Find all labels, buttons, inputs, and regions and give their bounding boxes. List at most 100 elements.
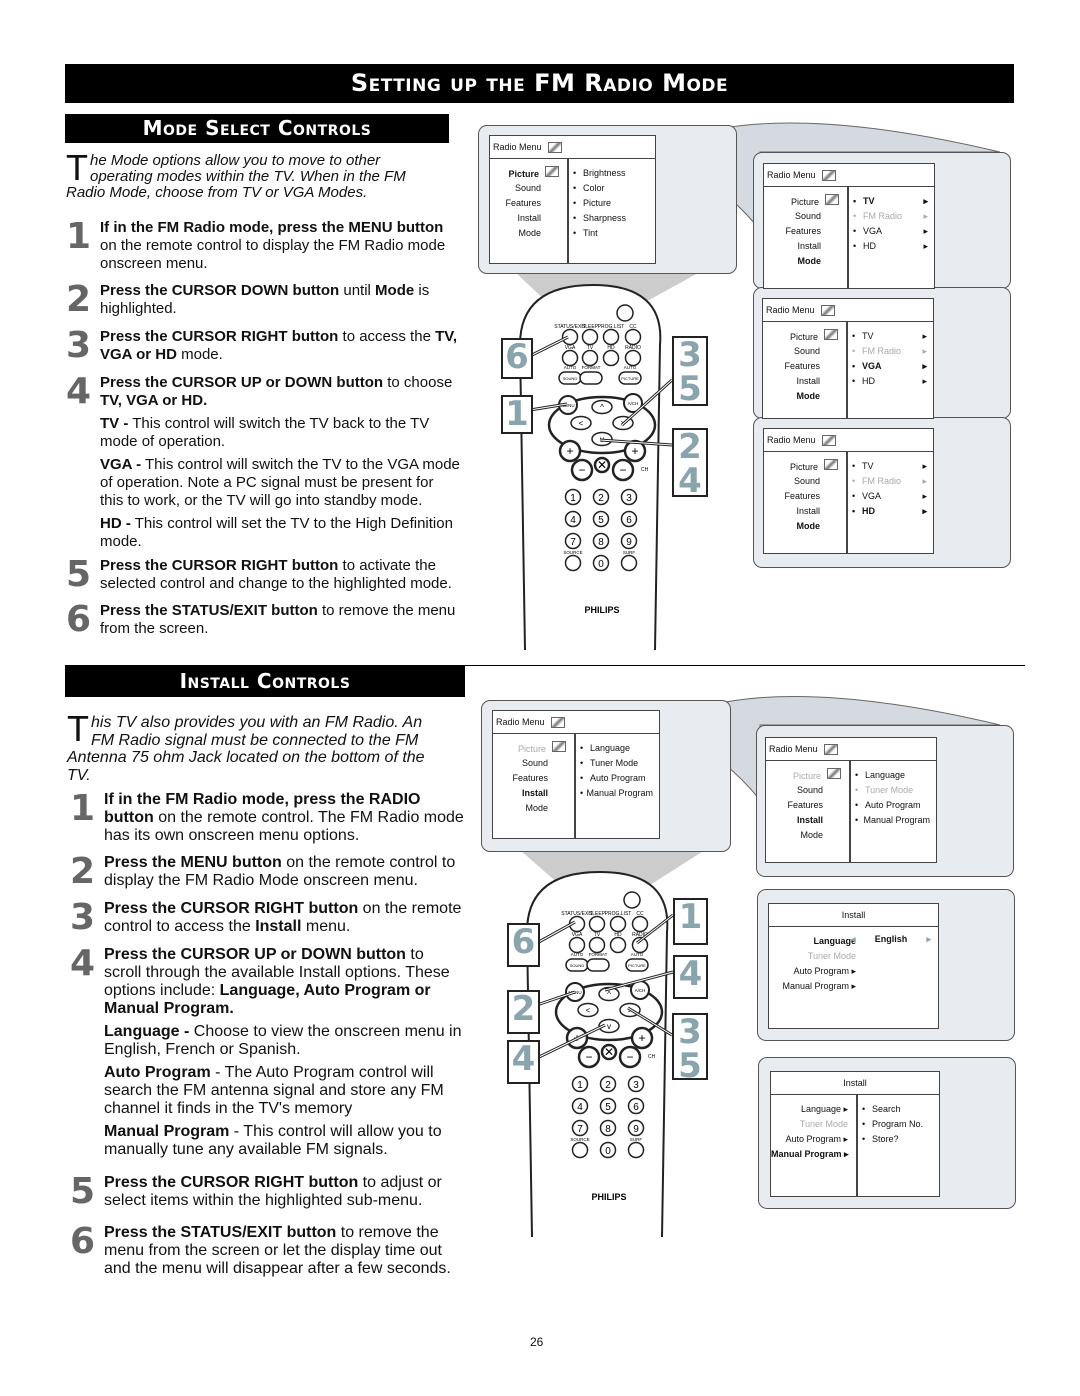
menu-item[interactable]: Sound: [490, 181, 563, 196]
menu-item[interactable]: Sound: [763, 344, 842, 359]
menu-item[interactable]: Sound: [764, 474, 842, 489]
menu-item[interactable]: Install: [764, 504, 842, 519]
step-text: Press the MENU button on the remote cont…: [104, 854, 464, 895]
menu-header: Radio Menu: [490, 136, 655, 159]
menu-item[interactable]: Tuner Mode: [771, 1117, 852, 1132]
menu-item[interactable]: Sound: [764, 209, 843, 224]
submenu-item[interactable]: • TV ▸: [852, 459, 927, 474]
source-button[interactable]: [571, 1141, 589, 1159]
menu-item[interactable]: Features: [493, 771, 570, 786]
menu-item[interactable]: Auto Program ▸: [769, 964, 860, 979]
menu-item[interactable]: Mode: [764, 254, 843, 269]
menu-item[interactable]: Manual Program ▸: [771, 1147, 852, 1162]
menu-item[interactable]: Picture: [493, 741, 570, 756]
submenu-item[interactable]: • FM Radio ▸: [853, 209, 928, 224]
menu-item[interactable]: Sound: [493, 756, 570, 771]
remote-button[interactable]: [588, 915, 606, 933]
remote-button[interactable]: [588, 936, 606, 954]
submenu-item[interactable]: • Store?: [862, 1132, 933, 1147]
submenu-item[interactable]: • Language: [580, 741, 653, 756]
menu-item[interactable]: Install: [766, 813, 845, 828]
submenu-item[interactable]: • Search: [862, 1102, 933, 1117]
arrow-right-icon[interactable]: ▸: [926, 934, 931, 945]
submenu-item[interactable]: • TV ▸: [853, 194, 928, 209]
submenu-item[interactable]: • Sharpness: [573, 211, 649, 226]
submenu-item[interactable]: • Tint: [573, 226, 649, 241]
remote-button[interactable]: [609, 915, 627, 933]
source-button[interactable]: [564, 554, 582, 572]
menu-item[interactable]: Picture: [766, 768, 845, 783]
remote-button[interactable]: [579, 371, 603, 385]
submenu-item[interactable]: • Language: [855, 768, 930, 783]
menu-item[interactable]: Mode: [766, 828, 845, 843]
submenu-item[interactable]: • HD ▸: [852, 504, 927, 519]
submenu-item[interactable]: • Auto Program: [855, 798, 930, 813]
submenu-item[interactable]: • TV ▸: [852, 329, 927, 344]
menu-item[interactable]: Picture: [764, 459, 842, 474]
menu-item[interactable]: Tuner Mode: [769, 949, 860, 964]
submenu-item[interactable]: • Manual Program: [580, 786, 653, 801]
remote-button[interactable]: [624, 328, 642, 346]
submenu-item[interactable]: • HD ▸: [852, 374, 927, 389]
menu-item[interactable]: Install: [764, 239, 843, 254]
remote-button[interactable]: [561, 349, 579, 367]
menu-item[interactable]: Mode: [763, 389, 842, 404]
svg-text:A/CH: A/CH: [635, 988, 646, 993]
manual-page: Setting up the FM Radio Mode Mode Select…: [0, 0, 1080, 1396]
menu-item[interactable]: Sound: [766, 783, 845, 798]
remote-button[interactable]: [624, 349, 642, 367]
submenu-item[interactable]: • Brightness: [573, 166, 649, 181]
svg-text:7: 7: [577, 1124, 583, 1135]
language-value[interactable]: ◂ English ▸: [851, 934, 931, 945]
submenu-item[interactable]: • Manual Program: [855, 813, 930, 828]
surf-button[interactable]: [620, 554, 638, 572]
submenu-item[interactable]: • VGA ▸: [852, 489, 927, 504]
menu-item[interactable]: Features: [490, 196, 563, 211]
submenu-item[interactable]: • Auto Program: [580, 771, 653, 786]
submenu-item[interactable]: • Tuner Mode: [580, 756, 653, 771]
surf-button[interactable]: [627, 1141, 645, 1159]
svg-text:AUTO: AUTO: [571, 952, 584, 957]
column-divider: [574, 734, 576, 838]
menu-item[interactable]: Picture: [490, 166, 563, 181]
submenu-item[interactable]: • FM Radio ▸: [852, 474, 927, 489]
power-button[interactable]: [623, 891, 641, 909]
remote-button[interactable]: [609, 936, 627, 954]
menu-item[interactable]: Install: [490, 211, 563, 226]
remote-button[interactable]: [581, 349, 599, 367]
menu-item[interactable]: Auto Program ▸: [771, 1132, 852, 1147]
menu-item[interactable]: Language ▸: [771, 1102, 852, 1117]
menu-item[interactable]: Features: [764, 224, 843, 239]
submenu-item[interactable]: • VGA ▸: [853, 224, 928, 239]
submenu-item[interactable]: • Program No.: [862, 1117, 933, 1132]
menu-item[interactable]: Picture: [763, 329, 842, 344]
submenu-item[interactable]: • Tuner Mode: [855, 783, 930, 798]
menu-item[interactable]: Features: [764, 489, 842, 504]
submenu-item[interactable]: • FM Radio ▸: [852, 344, 927, 359]
menu-item[interactable]: Manual Program ▸: [769, 979, 860, 994]
remote-button[interactable]: [568, 936, 586, 954]
remote-button[interactable]: [581, 328, 599, 346]
menu-item[interactable]: Install: [763, 374, 842, 389]
submenu-item[interactable]: • HD ▸: [853, 239, 928, 254]
menu-item[interactable]: Language: [769, 934, 860, 949]
menu-item[interactable]: Mode: [493, 801, 570, 816]
menu-item[interactable]: Features: [763, 359, 842, 374]
remote-button[interactable]: [586, 958, 610, 972]
remote-button[interactable]: [602, 349, 620, 367]
menu-item[interactable]: Install: [493, 786, 570, 801]
submenu-item[interactable]: • Color: [573, 181, 649, 196]
svg-text:5: 5: [598, 515, 604, 526]
remote-button[interactable]: [602, 328, 620, 346]
menu-item[interactable]: Mode: [490, 226, 563, 241]
submenu-item[interactable]: • Picture: [573, 196, 649, 211]
submenu-item[interactable]: • VGA ▸: [852, 359, 927, 374]
menu-item[interactable]: Picture: [764, 194, 843, 209]
power-button[interactable]: [616, 304, 634, 322]
arrow-left-icon[interactable]: ◂: [851, 934, 856, 945]
picture-icon: [825, 194, 839, 205]
menu-item[interactable]: Features: [766, 798, 845, 813]
menu-item[interactable]: Mode: [764, 519, 842, 534]
remote-button[interactable]: [631, 915, 649, 933]
arrow-right-icon: ▸: [922, 361, 927, 371]
